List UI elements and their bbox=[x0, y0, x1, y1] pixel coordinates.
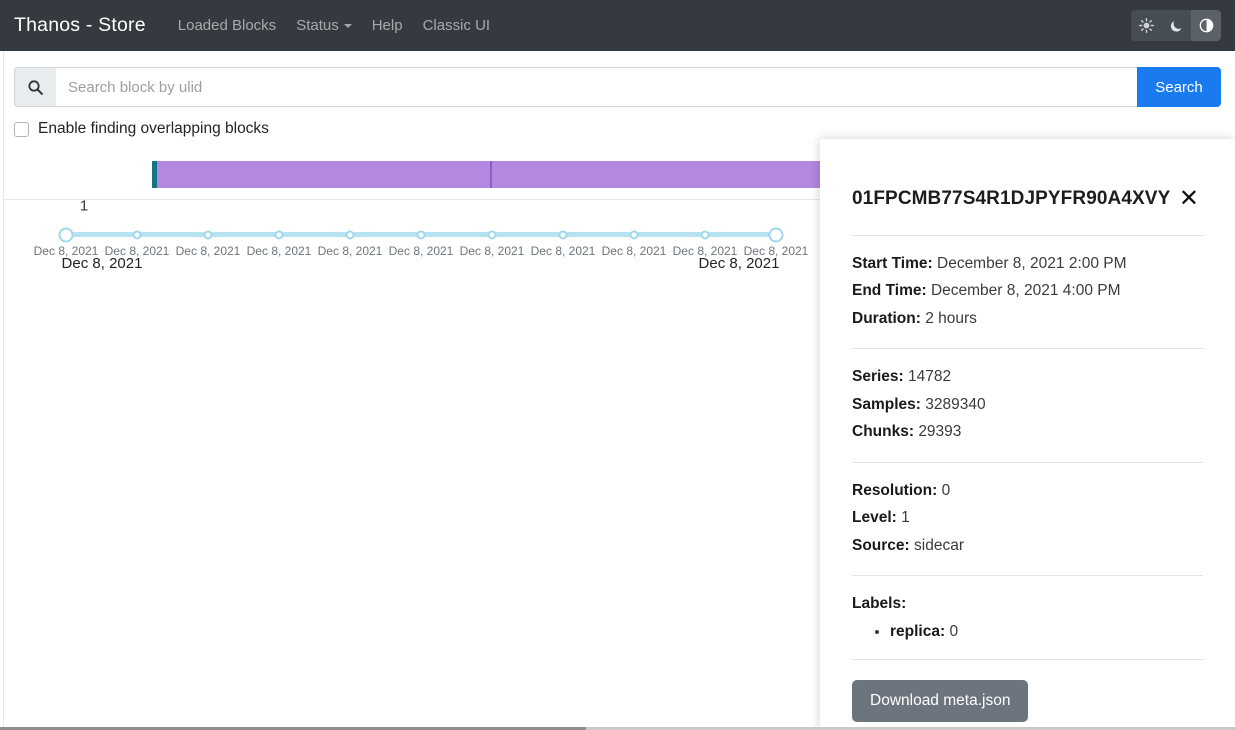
chunks-label: Chunks: bbox=[852, 423, 914, 441]
timeline-tick-label: Dec 8, 2021 bbox=[459, 244, 525, 258]
chunks-value: 29393 bbox=[918, 423, 962, 441]
overlap-option-row: Enable finding overlapping blocks bbox=[14, 120, 269, 138]
theme-dark-button[interactable] bbox=[1161, 10, 1191, 41]
start-time-label: Start Time: bbox=[852, 255, 933, 272]
search-icon bbox=[28, 79, 43, 95]
nav-link-label: Status bbox=[296, 17, 339, 34]
timeline-tick-label: Dec 8, 2021 bbox=[601, 244, 667, 258]
download-meta-json-button[interactable]: Download meta.json bbox=[852, 679, 1029, 722]
search-button[interactable]: Search bbox=[1137, 67, 1221, 107]
level-row: Level: 1 bbox=[852, 506, 1203, 530]
timeline-tick[interactable] bbox=[629, 230, 639, 239]
theme-light-button[interactable] bbox=[1131, 10, 1161, 41]
end-time-value: December 8, 2021 4:00 PM bbox=[930, 282, 1121, 300]
resolution-label: Resolution: bbox=[852, 481, 938, 499]
timeline-tick-label: Dec 8, 2021 bbox=[246, 244, 312, 258]
labels-list: replica: 0 bbox=[852, 620, 1203, 645]
timeline-tick-label: Dec 8, 2021 bbox=[530, 244, 596, 258]
brand-title[interactable]: Thanos - Store bbox=[14, 14, 146, 37]
panel-stats-section: Series: 14782 Samples: 3289340 Chunks: 2… bbox=[852, 349, 1203, 461]
timeline-tick[interactable] bbox=[487, 230, 497, 239]
panel-time-section: Start Time: December 8, 2021 2:00 PM End… bbox=[852, 236, 1203, 348]
source-value: sidecar bbox=[914, 536, 964, 554]
samples-row: Samples: 3289340 bbox=[852, 393, 1203, 417]
block-bar-start-marker bbox=[152, 161, 157, 188]
timeline-tick[interactable] bbox=[132, 230, 142, 239]
theme-auto-button[interactable] bbox=[1191, 10, 1221, 41]
resolution-value: 0 bbox=[941, 481, 951, 499]
panel-meta-section: Resolution: 0 Level: 1 Source: sidecar bbox=[852, 463, 1203, 575]
duration-value: 2 hours bbox=[925, 309, 977, 327]
app-root: Thanos - Store Loaded Blocks Status Help… bbox=[0, 0, 1235, 730]
timeline-edge-label: Dec 8, 2021 bbox=[698, 255, 780, 272]
samples-value: 3289340 bbox=[925, 395, 986, 413]
overlap-checkbox-label[interactable]: Enable finding overlapping blocks bbox=[38, 120, 269, 138]
nav-link-label: Classic UI bbox=[422, 17, 491, 34]
end-time-row: End Time: December 8, 2021 4:00 PM bbox=[852, 279, 1203, 303]
timeline-tick[interactable] bbox=[58, 227, 74, 242]
nav-link-classic-ui[interactable]: Classic UI bbox=[413, 9, 501, 42]
series-label: Series: bbox=[852, 368, 904, 386]
nav-link-loaded-blocks[interactable]: Loaded Blocks bbox=[168, 9, 286, 42]
navbar-links: Loaded Blocks Status Help Classic UI bbox=[168, 9, 500, 42]
panel-actions: Download meta.json bbox=[852, 660, 1203, 722]
sun-icon bbox=[1138, 18, 1154, 33]
start-time-value: December 8, 2021 2:00 PM bbox=[937, 255, 1127, 272]
source-label: Source: bbox=[852, 536, 910, 554]
timeline-tick-label: Dec 8, 2021 bbox=[175, 244, 241, 258]
nav-link-label: Help bbox=[371, 17, 403, 34]
block-row-label: 1 bbox=[79, 197, 89, 215]
end-time-label: End Time: bbox=[852, 282, 927, 300]
timeline-tick[interactable] bbox=[274, 230, 284, 239]
level-value: 1 bbox=[901, 509, 910, 527]
moon-icon bbox=[1170, 21, 1181, 32]
half-circle-icon bbox=[1199, 18, 1213, 33]
close-icon[interactable]: ✕ bbox=[1175, 185, 1203, 213]
timeline-tick[interactable] bbox=[416, 230, 426, 239]
panel-labels-section: Labels: replica: 0 bbox=[852, 576, 1203, 658]
samples-label: Samples: bbox=[852, 395, 921, 413]
series-value: 14782 bbox=[908, 368, 952, 386]
search-bar: Search bbox=[14, 67, 1221, 107]
nav-link-label: Loaded Blocks bbox=[177, 17, 277, 34]
duration-row: Duration: 2 hours bbox=[852, 307, 1203, 331]
labels-heading-text: Labels: bbox=[852, 595, 907, 613]
navbar: Thanos - Store Loaded Blocks Status Help… bbox=[0, 0, 1235, 51]
labels-heading: Labels: bbox=[852, 592, 1203, 616]
timeline-tick-label: Dec 8, 2021 bbox=[317, 244, 383, 258]
nav-link-status[interactable]: Status bbox=[286, 9, 362, 42]
panel-title-ulid: 01FPCMB77S4R1DJPYFR90A4XVY bbox=[852, 188, 1171, 209]
theme-toggle-group bbox=[1131, 10, 1221, 41]
content-left-border bbox=[3, 51, 4, 730]
timeline-tick[interactable] bbox=[768, 227, 784, 242]
timeline-tick[interactable] bbox=[345, 230, 355, 239]
nav-link-help[interactable]: Help bbox=[362, 9, 413, 42]
timeline-tick[interactable] bbox=[558, 230, 568, 239]
list-item: replica: 0 bbox=[890, 620, 1203, 645]
timeline-edge-label: Dec 8, 2021 bbox=[61, 255, 143, 272]
resolution-row: Resolution: 0 bbox=[852, 479, 1203, 503]
timeline-tick[interactable] bbox=[700, 230, 710, 239]
level-label: Level: bbox=[852, 509, 897, 527]
timeline-tick[interactable] bbox=[203, 230, 213, 239]
start-time-row: Start Time: December 8, 2021 2:00 PM bbox=[852, 252, 1203, 276]
label-value: 0 bbox=[949, 622, 959, 640]
timeline-tick-label: Dec 8, 2021 bbox=[388, 244, 454, 258]
search-input[interactable] bbox=[56, 67, 1137, 107]
block-bar-divider bbox=[490, 161, 492, 188]
search-icon-box bbox=[14, 67, 56, 107]
source-row: Source: sidecar bbox=[852, 534, 1203, 558]
chevron-down-icon bbox=[343, 23, 352, 28]
block-detail-panel: 01FPCMB77S4R1DJPYFR90A4XVY ✕ Start Time:… bbox=[820, 139, 1235, 730]
panel-header: 01FPCMB77S4R1DJPYFR90A4XVY ✕ bbox=[852, 139, 1203, 235]
label-key: replica: bbox=[890, 622, 946, 640]
series-row: Series: 14782 bbox=[852, 365, 1203, 389]
chunks-row: Chunks: 29393 bbox=[852, 420, 1203, 444]
overlap-checkbox[interactable] bbox=[14, 121, 29, 137]
duration-label: Duration: bbox=[852, 309, 921, 327]
